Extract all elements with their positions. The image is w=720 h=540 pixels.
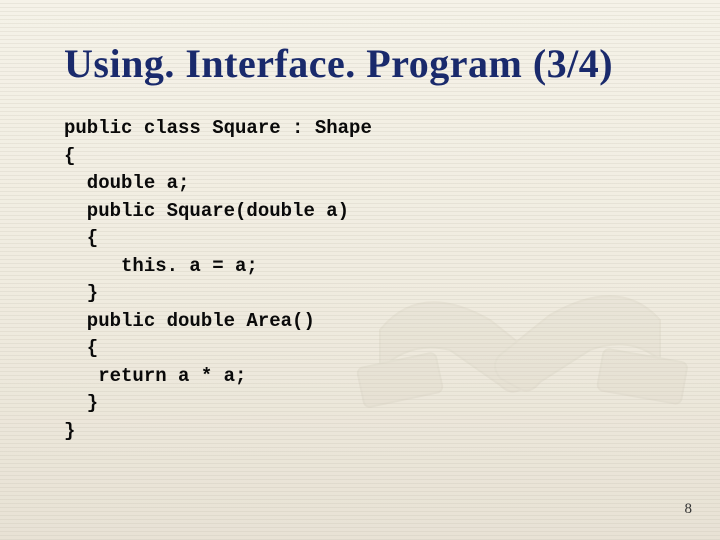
slide-container: Using. Interface. Program (3/4) public c… [0, 0, 720, 540]
page-number: 8 [685, 501, 693, 518]
slide-title: Using. Interface. Program (3/4) [64, 40, 672, 87]
code-block: public class Square : Shape { double a; … [64, 115, 672, 446]
